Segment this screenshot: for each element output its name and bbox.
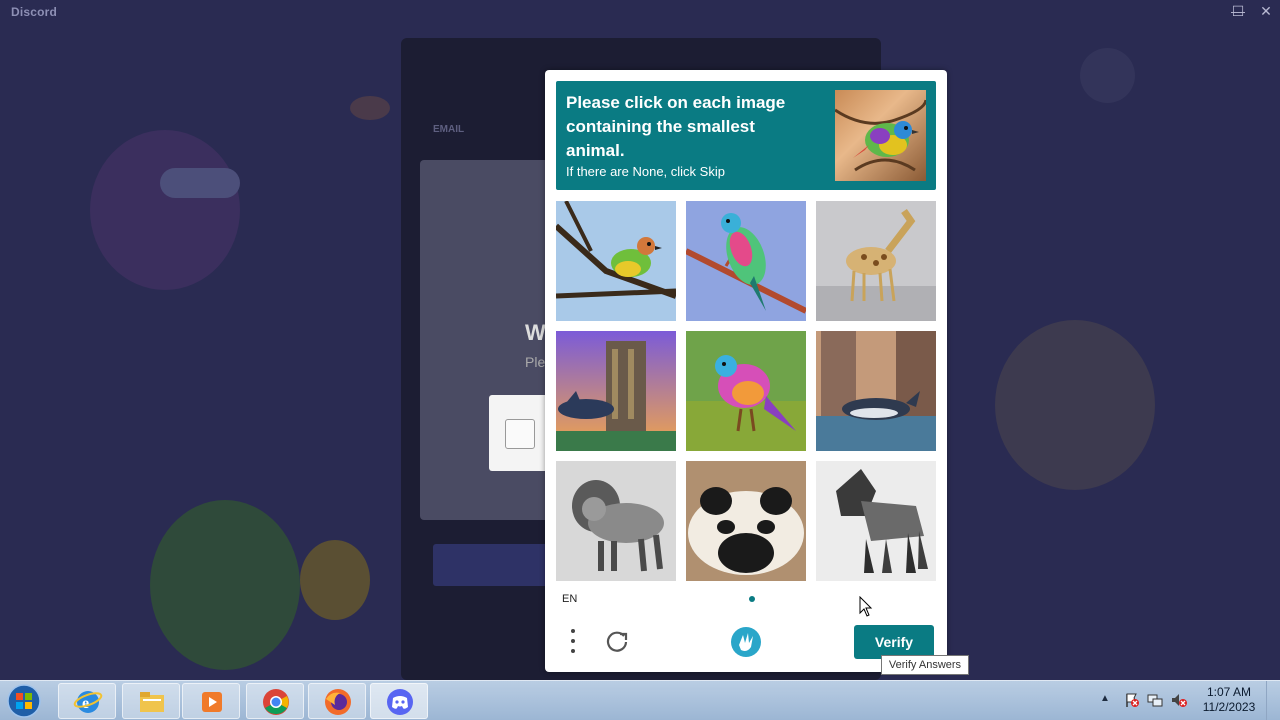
folder-icon	[140, 692, 164, 712]
window-title: Discord	[11, 5, 58, 19]
login-subtext: Ple	[525, 354, 546, 370]
taskbar-internet-explorer[interactable]: e	[58, 683, 116, 719]
minimize-button-2[interactable]	[1196, 0, 1224, 24]
email-label: EMAIL	[433, 124, 465, 135]
show-desktop-button[interactable]	[1266, 681, 1280, 720]
grid-tile-1[interactable]	[556, 201, 676, 321]
chrome-icon	[263, 689, 289, 715]
menu-dot-icon	[571, 639, 575, 643]
taskbar-chrome[interactable]	[246, 683, 304, 719]
system-clock[interactable]: 1:07 AM 11/2/2023	[1196, 685, 1262, 715]
hcaptcha-hand-icon	[731, 627, 761, 657]
hcaptcha-logo[interactable]	[729, 625, 763, 659]
prompt-subtitle: If there are None, click Skip	[566, 164, 725, 179]
illustration-monster	[150, 500, 300, 670]
illustration-person	[90, 130, 240, 290]
illustration-planet	[1080, 48, 1135, 103]
challenge-prompt: Please click on each image containing th…	[556, 81, 936, 190]
menu-dot-icon	[571, 649, 575, 653]
clock-date: 11/2/2023	[1202, 700, 1256, 714]
clock-time: 1:07 AM	[1206, 685, 1252, 699]
volume-muted-icon[interactable]	[1171, 692, 1187, 708]
taskbar-discord[interactable]	[370, 683, 428, 719]
grid-tile-9[interactable]	[816, 461, 936, 581]
close-window-button[interactable]: ✕	[1252, 0, 1280, 24]
firefox-icon	[325, 689, 351, 715]
refresh-icon	[606, 631, 628, 652]
grid-tile-4[interactable]	[556, 331, 676, 451]
example-image	[835, 90, 926, 181]
taskbar-media-player[interactable]	[182, 683, 240, 719]
image-grid	[556, 201, 936, 581]
windows-start-icon	[7, 684, 41, 718]
network-icon[interactable]	[1147, 692, 1163, 708]
grid-tile-5[interactable]	[686, 331, 806, 451]
refresh-button[interactable]	[603, 627, 631, 655]
speech-bubble-illustration	[160, 168, 240, 198]
start-button[interactable]	[4, 682, 44, 720]
captcha-challenge: Please click on each image containing th…	[545, 70, 947, 672]
action-center-flag-icon[interactable]	[1124, 692, 1140, 708]
language-selector[interactable]: EN	[562, 593, 577, 605]
login-button[interactable]	[433, 544, 553, 586]
verify-button[interactable]: Verify	[854, 625, 934, 659]
grid-tile-3[interactable]	[816, 201, 936, 321]
discord-icon	[387, 689, 413, 715]
grid-tile-6[interactable]	[816, 331, 936, 451]
grid-tile-8[interactable]	[686, 461, 806, 581]
login-heading: W	[525, 320, 546, 345]
media-player-icon	[202, 692, 222, 712]
grid-tile-7[interactable]	[556, 461, 676, 581]
grid-tile-2[interactable]	[686, 201, 806, 321]
illustration-small	[350, 96, 390, 120]
taskbar-firefox[interactable]	[308, 683, 366, 719]
taskbar-file-explorer[interactable]	[122, 683, 180, 719]
page-indicator	[749, 596, 755, 602]
show-hidden-icons-button[interactable]: ▲	[1100, 693, 1110, 704]
illustration-yellow-character	[995, 320, 1155, 490]
taskbar: e ▲ 1:07 AM 11/2/2023	[0, 680, 1280, 720]
verify-tooltip: Verify Answers	[881, 655, 969, 675]
illustration-creature	[300, 540, 370, 620]
hcaptcha-checkbox[interactable]	[505, 419, 535, 449]
mouse-cursor-icon	[859, 596, 873, 617]
maximize-button[interactable]: ☐	[1224, 0, 1252, 24]
more-options-button[interactable]	[565, 627, 581, 655]
menu-dot-icon	[571, 629, 575, 633]
internet-explorer-icon: e	[73, 691, 103, 713]
prompt-title: Please click on each image containing th…	[566, 93, 786, 160]
